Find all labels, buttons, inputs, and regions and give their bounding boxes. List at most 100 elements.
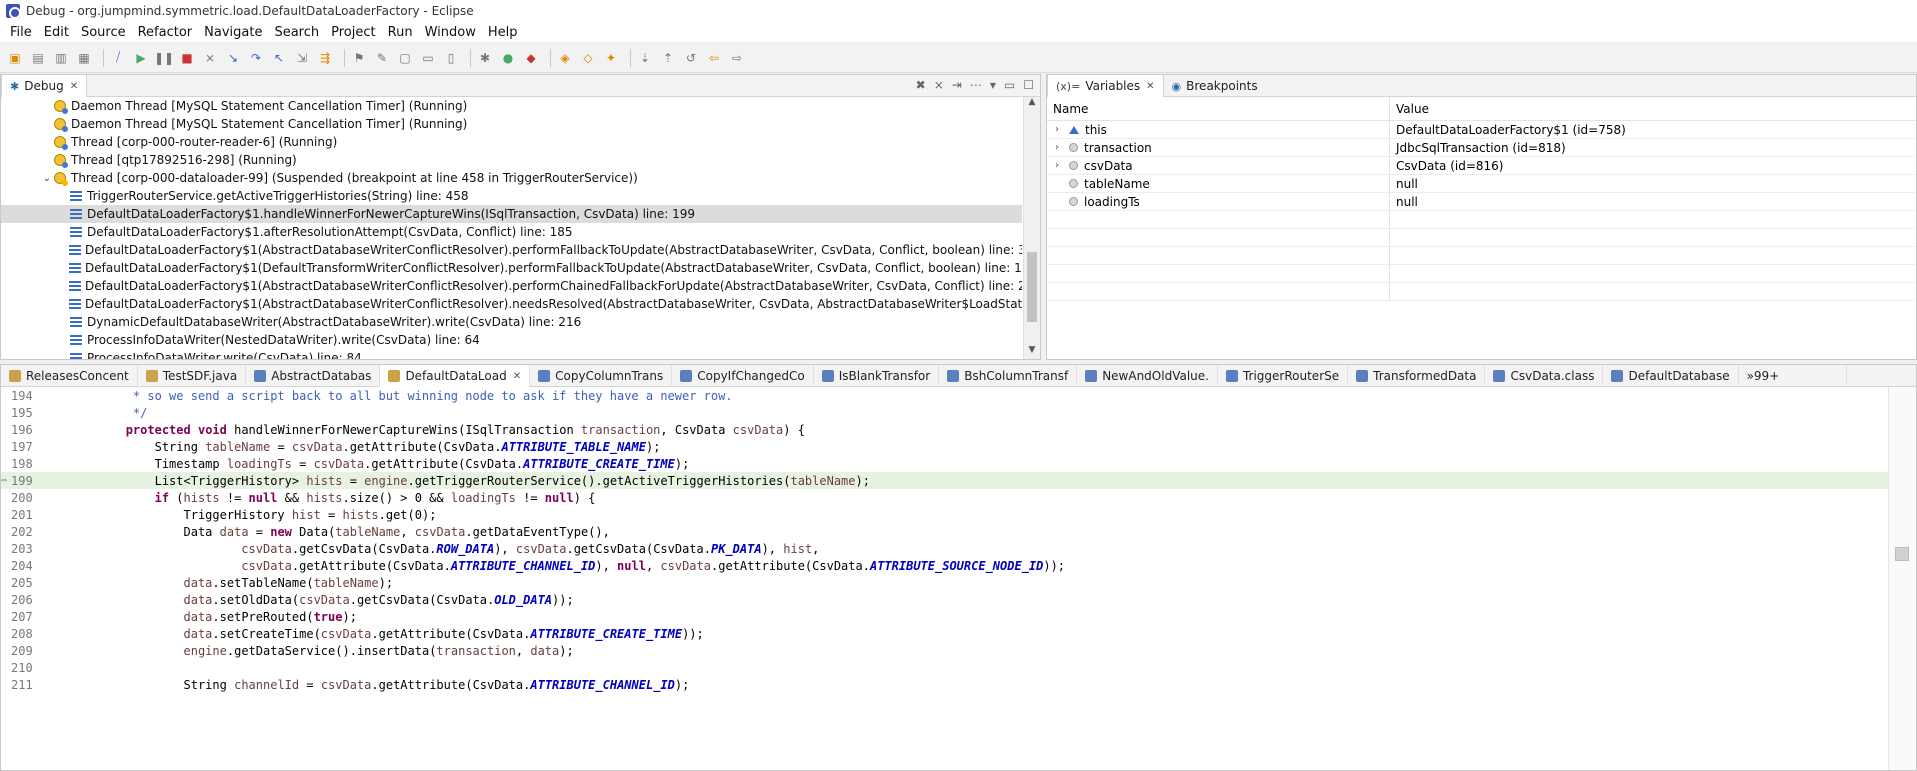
drop-to-frame-icon[interactable]: ⇲	[293, 50, 311, 66]
code-line[interactable]: 195 */	[1, 404, 1888, 421]
editor-tab[interactable]: »99+	[1739, 365, 1847, 387]
thread-row[interactable]: Thread [qtp17892516-298] (Running)	[1, 151, 1022, 169]
remove-all-icon[interactable]: ⨯	[934, 78, 944, 92]
code-line[interactable]: 196 protected void handleWinnerForNewerC…	[1, 421, 1888, 438]
use-step-filters-icon[interactable]: ⇶	[316, 50, 334, 66]
view-menu-icon[interactable]: ▾	[990, 78, 996, 92]
debug-scrollbar[interactable]: ▲ ▼	[1023, 97, 1040, 359]
tab-debug[interactable]: ✱ Debug ✕	[1, 75, 88, 97]
previous-annotation-icon[interactable]: ⇡	[659, 50, 677, 66]
menu-project[interactable]: Project	[325, 25, 381, 40]
editor-tab[interactable]: DefaultDataLoad ✕	[380, 365, 531, 387]
chevron-right-icon[interactable]: ›	[1055, 142, 1069, 153]
maximize-icon[interactable]: ☐	[1023, 78, 1034, 92]
code-line[interactable]: 198 Timestamp loadingTs = csvData.getAtt…	[1, 455, 1888, 472]
column-name[interactable]: Name	[1047, 97, 1390, 120]
thread-row[interactable]: ⌄ Thread [corp-000-dataloader-99] (Suspen…	[1, 169, 1022, 187]
editor-tab[interactable]: CopyColumnTrans	[530, 365, 673, 387]
disconnect-icon[interactable]: ⨯	[201, 50, 219, 66]
editor-tab[interactable]: CsvData.class	[1485, 365, 1604, 387]
run-icon[interactable]: ●	[499, 50, 517, 66]
code-line[interactable]: 201 TriggerHistory hist = hists.get(0);	[1, 506, 1888, 523]
editor-tab[interactable]: TransformedData	[1348, 365, 1486, 387]
save-icon[interactable]: ▤	[29, 50, 47, 66]
tab-variables[interactable]: (x)= Variables ✕	[1047, 75, 1164, 97]
menu-help[interactable]: Help	[482, 25, 524, 40]
stack-frame-row[interactable]: DefaultDataLoaderFactory$1.handleWinnerF…	[1, 205, 1022, 223]
menu-navigate[interactable]: Navigate	[198, 25, 268, 40]
variable-row[interactable]: › transaction JdbcSqlTransaction (id=818)	[1047, 139, 1916, 157]
column-value[interactable]: Value	[1390, 97, 1916, 120]
code-line[interactable]: 194 * so we send a script back to all bu…	[1, 387, 1888, 404]
code-line[interactable]: 203 csvData.getCsvData(CsvData.ROW_DATA)…	[1, 540, 1888, 557]
menu-edit[interactable]: Edit	[38, 25, 75, 40]
editor-tab[interactable]: IsBlankTransfor	[814, 365, 940, 387]
chevron-right-icon[interactable]: ›	[1055, 160, 1069, 171]
stack-frame-row[interactable]: DefaultDataLoaderFactory$1.afterResoluti…	[1, 223, 1022, 241]
close-icon[interactable]: ✕	[1146, 81, 1154, 92]
save-all-icon[interactable]: ▥	[52, 50, 70, 66]
variable-row[interactable]: loadingTs null	[1047, 193, 1916, 211]
code-line[interactable]: 197 String tableName = csvData.getAttrib…	[1, 438, 1888, 455]
thread-row[interactable]: Thread [corp-000-router-reader-6] (Runni…	[1, 133, 1022, 151]
stack-frame-row[interactable]: TriggerRouterService.getActiveTriggerHis…	[1, 187, 1022, 205]
code-area[interactable]: 194 * so we send a script back to all bu…	[1, 387, 1888, 770]
code-line[interactable]: 202 Data data = new Data(tableName, csvD…	[1, 523, 1888, 540]
new-icon[interactable]: ▣	[6, 50, 24, 66]
last-edit-location-icon[interactable]: ↺	[682, 50, 700, 66]
editor-tab[interactable]: ReleasesConcent	[1, 365, 138, 387]
scroll-down-icon[interactable]: ▼	[1024, 345, 1040, 359]
code-line[interactable]: 200 if (hists != null && hists.size() > …	[1, 489, 1888, 506]
code-line[interactable]: 207 data.setPreRouted(true);	[1, 608, 1888, 625]
pin-icon[interactable]: ✎	[373, 50, 391, 66]
chevron-down-icon[interactable]: ⌄	[41, 173, 53, 184]
editor-tab[interactable]: BshColumnTransf	[939, 365, 1078, 387]
close-icon[interactable]: ✕	[70, 81, 78, 92]
menu-source[interactable]: Source	[75, 25, 132, 40]
menu-search[interactable]: Search	[268, 25, 325, 40]
scroll-thumb[interactable]	[1027, 252, 1037, 322]
tab-breakpoints[interactable]: ◉ Breakpoints	[1164, 75, 1266, 97]
stack-frame-row[interactable]: DefaultDataLoaderFactory$1(AbstractDatab…	[1, 241, 1022, 259]
menu-refactor[interactable]: Refactor	[132, 25, 199, 40]
step-filter-icon[interactable]: ⇥	[952, 78, 962, 92]
stack-frame-row[interactable]: ProcessInfoDataWriter.write(CsvData) lin…	[1, 349, 1022, 359]
next-annotation-icon[interactable]: ⇣	[636, 50, 654, 66]
variable-row[interactable]: tableName null	[1047, 175, 1916, 193]
back-icon[interactable]: ⇦	[705, 50, 723, 66]
code-line[interactable]: 210	[1, 659, 1888, 676]
code-line[interactable]: 206 data.setOldData(csvData.getCsvData(C…	[1, 591, 1888, 608]
chevron-right-icon[interactable]: ›	[1055, 124, 1069, 135]
open-type-icon[interactable]: ▭	[419, 50, 437, 66]
ruler-mark[interactable]	[1895, 547, 1909, 561]
scroll-up-icon[interactable]: ▲	[1024, 97, 1040, 111]
variable-row[interactable]: › csvData CsvData (id=816)	[1047, 157, 1916, 175]
editor-tab[interactable]: NewAndOldValue.	[1077, 365, 1218, 387]
remove-terminated-icon[interactable]: ✖	[916, 78, 926, 92]
collapse-icon[interactable]: ⋯	[970, 78, 982, 92]
menu-window[interactable]: Window	[419, 25, 482, 40]
editor-tab[interactable]: TriggerRouterSe	[1218, 365, 1349, 387]
code-line[interactable]: 204 csvData.getAttribute(CsvData.ATTRIBU…	[1, 557, 1888, 574]
open-task-icon[interactable]: ⚑	[350, 50, 368, 66]
stack-frame-row[interactable]: DefaultDataLoaderFactory$1(AbstractDatab…	[1, 277, 1022, 295]
stack-frame-row[interactable]: DefaultDataLoaderFactory$1(DefaultTransf…	[1, 259, 1022, 277]
debug-icon[interactable]: ✱	[476, 50, 494, 66]
overview-ruler[interactable]	[1888, 387, 1916, 770]
skip-breakpoints-icon[interactable]: ⧸	[109, 50, 127, 66]
close-icon[interactable]: ✕	[513, 371, 521, 382]
current-line[interactable]: ⇨ 199 List<TriggerHistory> hists = engine…	[1, 472, 1888, 489]
new-package-icon[interactable]: ◈	[556, 50, 574, 66]
menu-file[interactable]: File	[4, 25, 38, 40]
menu-run[interactable]: Run	[382, 25, 419, 40]
code-line[interactable]: 211 String channelId = csvData.getAttrib…	[1, 676, 1888, 693]
editor-tab[interactable]: DefaultDatabase	[1603, 365, 1739, 387]
editor-tab[interactable]: AbstractDatabas	[246, 365, 381, 387]
open-folder-icon[interactable]: ◇	[579, 50, 597, 66]
code-line[interactable]: 208 data.setCreateTime(csvData.getAttrib…	[1, 625, 1888, 642]
suspend-icon[interactable]: ❚❚	[154, 50, 174, 66]
search-icon[interactable]: ✦	[602, 50, 620, 66]
external-tools-icon[interactable]: ◆	[522, 50, 540, 66]
toggle-mark-icon[interactable]: ▢	[396, 50, 414, 66]
resume-icon[interactable]: ▶	[132, 50, 150, 66]
